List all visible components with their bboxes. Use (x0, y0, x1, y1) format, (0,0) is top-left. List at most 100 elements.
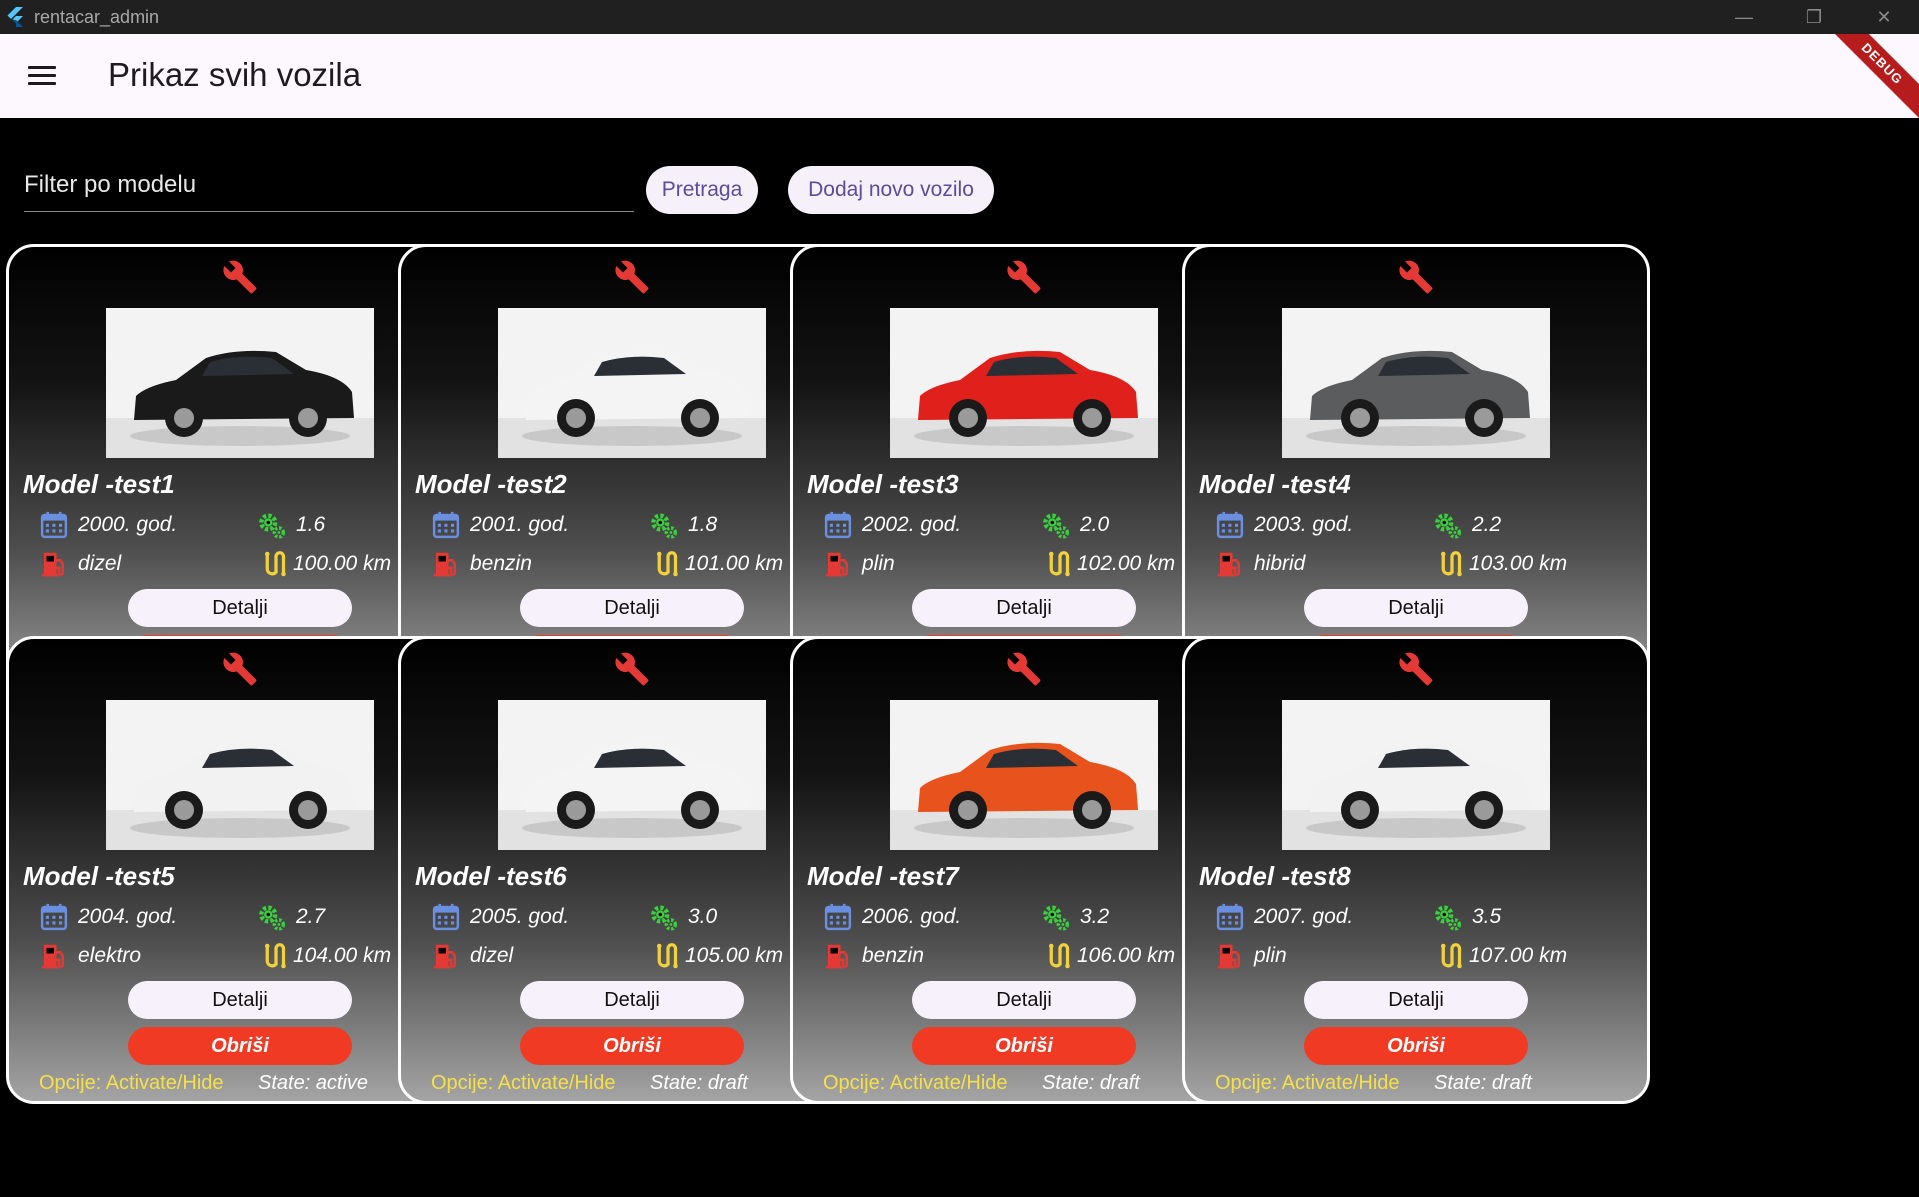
mileage-text: 105.00 km (685, 944, 784, 967)
calendar-icon (432, 511, 460, 539)
vehicle-photo (1282, 700, 1550, 850)
year-text: 2002. god. (862, 513, 962, 536)
calendar-icon (824, 511, 852, 539)
options-link[interactable]: Opcije: Activate/Hide (39, 1072, 224, 1095)
menu-icon[interactable] (28, 66, 56, 88)
minimize-button[interactable]: — (1709, 0, 1779, 34)
vehicle-model: Model -test1 (23, 469, 175, 499)
fuel-text: hibrid (1254, 552, 1306, 575)
window-title: rentacar_admin (34, 6, 160, 27)
wrench-icon[interactable] (1398, 651, 1434, 687)
wrench-icon[interactable] (1398, 259, 1434, 295)
details-button[interactable]: Detalji (520, 589, 744, 627)
vehicle-engine: 1.8 (649, 510, 717, 540)
vehicle-year: 2005. god. (431, 902, 569, 932)
fuel-text: benzin (470, 552, 532, 575)
details-button[interactable]: Detalji (128, 981, 352, 1019)
fuel-text: benzin (862, 944, 924, 967)
window-controls: — ❐ ✕ (1709, 0, 1919, 34)
vehicle-engine: 2.7 (257, 902, 325, 932)
route-icon (1441, 551, 1462, 577)
vehicle-fuel: hibrid (1215, 549, 1305, 579)
mileage-text: 106.00 km (1077, 944, 1176, 967)
options-link[interactable]: Opcije: Activate/Hide (823, 1072, 1008, 1095)
fuel-pump-icon (434, 944, 456, 969)
vehicle-mileage: 101.00 km (653, 549, 783, 579)
route-icon (657, 943, 678, 969)
state-label: State: active (258, 1072, 369, 1094)
fuel-pump-icon (826, 944, 848, 969)
window-titlebar: rentacar_admin — ❐ ✕ (0, 0, 1919, 34)
mileage-text: 101.00 km (685, 552, 784, 575)
delete-button[interactable]: Obriši (520, 1027, 744, 1065)
wrench-icon[interactable] (1006, 259, 1042, 295)
fuel-text: dizel (470, 944, 514, 967)
gears-icon (259, 513, 286, 539)
details-button[interactable]: Detalji (520, 981, 744, 1019)
wrench-icon[interactable] (222, 259, 258, 295)
vehicle-engine: 3.5 (1433, 902, 1501, 932)
year-text: 2007. god. (1254, 905, 1354, 928)
add-vehicle-button[interactable]: Dodaj novo vozilo (788, 166, 994, 214)
wrench-icon[interactable] (222, 651, 258, 687)
vehicle-model: Model -test5 (23, 861, 175, 891)
engine-text: 2.7 (296, 905, 326, 928)
options-link[interactable]: Opcije: Activate/Hide (431, 1072, 616, 1095)
gears-icon (651, 513, 678, 539)
route-icon (1049, 551, 1070, 577)
details-button[interactable]: Detalji (128, 589, 352, 627)
wrench-icon[interactable] (614, 651, 650, 687)
fuel-pump-icon (826, 552, 848, 577)
engine-text: 2.2 (1472, 513, 1502, 536)
route-icon (657, 551, 678, 577)
vehicle-mileage: 102.00 km (1045, 549, 1175, 579)
vehicle-model: Model -test6 (415, 861, 567, 891)
vehicle-fuel: benzin (431, 549, 532, 579)
car-illustration (1282, 700, 1550, 850)
engine-text: 1.6 (296, 513, 326, 536)
filter-input[interactable] (24, 158, 634, 211)
vehicle-photo (106, 700, 374, 850)
mileage-text: 100.00 km (293, 552, 392, 575)
delete-button[interactable]: Obriši (912, 1027, 1136, 1065)
vehicle-model: Model -test4 (1199, 469, 1351, 499)
details-button[interactable]: Detalji (912, 981, 1136, 1019)
flutter-logo-icon (7, 7, 23, 27)
vehicle-year: 2002. god. (823, 510, 961, 540)
close-button[interactable]: ✕ (1849, 0, 1919, 34)
search-button[interactable]: Pretraga (646, 166, 758, 214)
maximize-button[interactable]: ❐ (1779, 0, 1849, 34)
state-label: State: draft (1042, 1072, 1140, 1094)
delete-button[interactable]: Obriši (128, 1027, 352, 1065)
details-button[interactable]: Detalji (912, 589, 1136, 627)
calendar-icon (824, 903, 852, 931)
vehicle-model: Model -test3 (807, 469, 959, 499)
details-button[interactable]: Detalji (1304, 981, 1528, 1019)
route-icon (1049, 943, 1070, 969)
fuel-text: plin (862, 552, 895, 575)
vehicle-year: 2000. god. (39, 510, 177, 540)
options-link[interactable]: Opcije: Activate/Hide (1215, 1072, 1400, 1095)
wrench-icon[interactable] (1006, 651, 1042, 687)
page-title: Prikaz svih vozila (108, 56, 362, 93)
fuel-text: plin (1254, 944, 1287, 967)
wrench-icon[interactable] (614, 259, 650, 295)
vehicle-year: 2001. god. (431, 510, 569, 540)
vehicle-year: 2004. god. (39, 902, 177, 932)
details-button[interactable]: Detalji (1304, 589, 1528, 627)
fuel-pump-icon (1218, 944, 1240, 969)
calendar-icon (40, 903, 68, 931)
delete-button[interactable]: Obriši (1304, 1027, 1528, 1065)
debug-banner: DEBUG (1820, 34, 1919, 118)
year-text: 2003. god. (1254, 513, 1354, 536)
fuel-pump-icon (42, 944, 64, 969)
car-illustration (106, 700, 374, 850)
car-illustration (890, 308, 1158, 458)
vehicle-model: Model -test8 (1199, 861, 1351, 891)
vehicle-year: 2006. god. (823, 902, 961, 932)
vehicle-fuel: plin (1215, 941, 1287, 971)
fuel-pump-icon (1218, 552, 1240, 577)
year-text: 2004. god. (78, 905, 178, 928)
fuel-text: dizel (78, 552, 122, 575)
filter-toolbar: Pretraga Dodaj novo vozilo (0, 118, 1919, 238)
